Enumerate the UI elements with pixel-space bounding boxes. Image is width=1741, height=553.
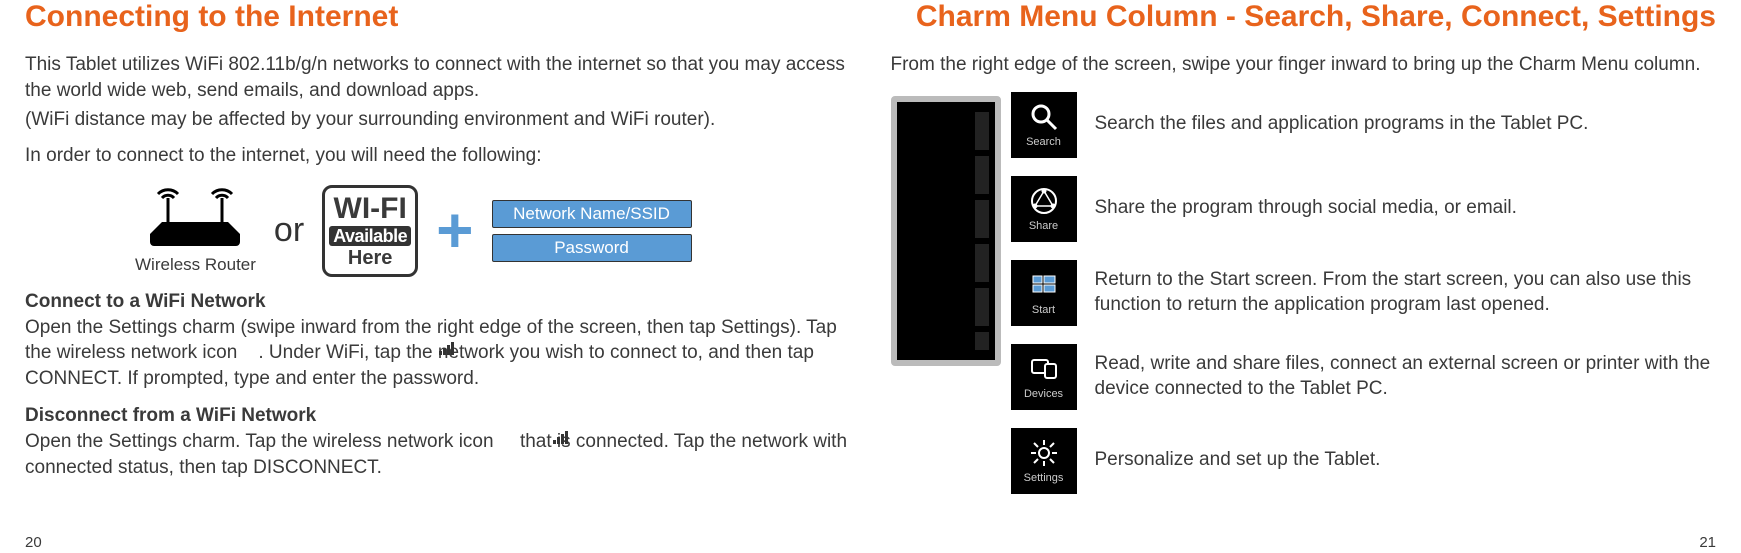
- settings-icon: [1029, 438, 1059, 468]
- or-text: or: [274, 211, 304, 250]
- page-left: Connecting to the Internet This Tablet u…: [0, 0, 871, 553]
- charm-list: Search Search the files and application …: [1011, 92, 1717, 494]
- devices-tile: Devices: [1011, 344, 1077, 410]
- devices-desc: Read, write and share files, connect an …: [1095, 352, 1717, 401]
- charm-item-devices: Devices Read, write and share files, con…: [1011, 344, 1717, 410]
- wifi-badge-top: WI-FI: [334, 194, 407, 224]
- charm-item-start: Start Return to the Start screen. From t…: [1011, 260, 1717, 326]
- tablet-thumbnail: [891, 96, 1001, 366]
- start-tile-label: Start: [1032, 304, 1055, 316]
- search-icon: [1029, 102, 1059, 132]
- page-number-left: 20: [25, 534, 42, 551]
- share-desc: Share the program through social media, …: [1095, 196, 1517, 221]
- router-block: Wireless Router: [135, 186, 256, 275]
- charm-item-settings: Settings Personalize and set up the Tabl…: [1011, 428, 1717, 494]
- share-tile: Share: [1011, 176, 1077, 242]
- page-number-right: 21: [1699, 534, 1716, 551]
- wifi-signal-icon: [438, 342, 456, 356]
- search-desc: Search the files and application program…: [1095, 112, 1589, 137]
- left-intro-1: This Tablet utilizes WiFi 802.11b/g/n ne…: [25, 52, 851, 103]
- connect-body: Open the Settings charm (swipe inward fr…: [25, 315, 851, 392]
- charm-item-search: Search Search the files and application …: [1011, 92, 1717, 158]
- wifi-signal-icon: [552, 431, 570, 445]
- network-labels: Network Name/SSID Password: [492, 200, 692, 262]
- devices-icon: [1029, 354, 1059, 384]
- left-intro-3: In order to connect to the internet, you…: [25, 143, 851, 169]
- left-intro-2: (WiFi distance may be affected by your s…: [25, 107, 851, 133]
- devices-tile-label: Devices: [1024, 388, 1063, 400]
- start-desc: Return to the Start screen. From the sta…: [1095, 268, 1717, 317]
- search-tile-label: Search: [1026, 136, 1061, 148]
- wifi-badge-mid: Available: [329, 226, 411, 246]
- ssid-label: Network Name/SSID: [492, 200, 692, 228]
- disconnect-text: Open the Settings charm. Tap the wireles…: [25, 431, 847, 478]
- plus-icon: +: [436, 208, 473, 253]
- password-label: Password: [492, 234, 692, 262]
- settings-tile-label: Settings: [1024, 472, 1064, 484]
- wifi-available-badge: WI-FI Available Here: [322, 185, 418, 277]
- share-tile-label: Share: [1029, 220, 1058, 232]
- disconnect-body: Open the Settings charm. Tap the wireles…: [25, 429, 851, 480]
- start-tile: Start: [1011, 260, 1077, 326]
- router-icon: [140, 186, 250, 248]
- charm-item-share: Share Share the program through social m…: [1011, 176, 1717, 242]
- right-intro: From the right edge of the screen, swipe…: [891, 52, 1717, 78]
- router-label: Wireless Router: [135, 255, 256, 275]
- right-heading: Charm Menu Column - Search, Share, Conne…: [891, 0, 1717, 34]
- wifi-badge-bot: Here: [348, 248, 392, 268]
- wifi-diagram: Wireless Router or WI-FI Available Here …: [135, 185, 851, 277]
- page-right: Charm Menu Column - Search, Share, Conne…: [871, 0, 1741, 553]
- connect-text: Open the Settings charm (swipe inward fr…: [25, 317, 837, 389]
- start-icon: [1029, 270, 1059, 300]
- charm-section: Search Search the files and application …: [891, 92, 1717, 494]
- share-icon: [1029, 186, 1059, 216]
- left-heading: Connecting to the Internet: [25, 0, 851, 34]
- settings-tile: Settings: [1011, 428, 1077, 494]
- settings-desc: Personalize and set up the Tablet.: [1095, 448, 1381, 473]
- disconnect-heading: Disconnect from a WiFi Network: [25, 405, 851, 427]
- connect-heading: Connect to a WiFi Network: [25, 291, 851, 313]
- search-tile: Search: [1011, 92, 1077, 158]
